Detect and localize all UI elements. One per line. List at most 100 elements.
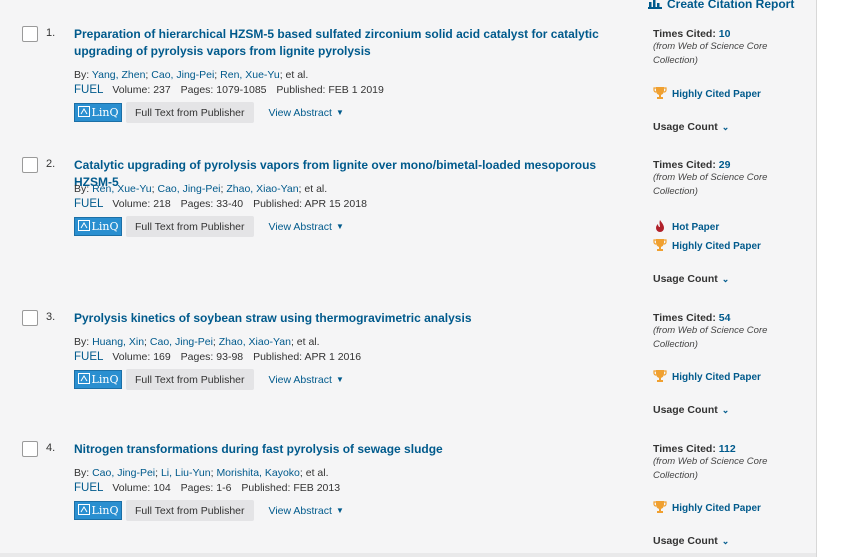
view-abstract-toggle[interactable]: View Abstract ▼ xyxy=(269,221,344,233)
linq-icon xyxy=(77,503,90,518)
chevron-down-icon: ⌄ xyxy=(721,273,730,284)
record-authors: By: Ren, Xue-Yu; Cao, Jing-Pei; Zhao, Xi… xyxy=(74,183,328,195)
record-source: FUEL Volume: 104 Pages: 1-6 Published: F… xyxy=(74,482,341,494)
record-number: 2. xyxy=(46,158,56,170)
journal-link[interactable]: FUEL xyxy=(74,198,103,210)
author-link[interactable]: Ren, Xue-Yu xyxy=(220,69,280,81)
journal-link[interactable]: FUEL xyxy=(74,84,103,96)
pages-value: 1-6 xyxy=(216,482,232,494)
caret-down-icon: ▼ xyxy=(335,222,344,231)
pages-value: 33-40 xyxy=(216,198,244,210)
record-authors: By: Yang, Zhen; Cao, Jing-Pei; Ren, Xue-… xyxy=(74,69,309,81)
wos-note: (from Web of Science Core Collection) xyxy=(653,41,768,66)
record-authors: By: Cao, Jing-Pei; Li, Liu-Yun; Morishit… xyxy=(74,467,329,479)
pages-value: 1079-1085 xyxy=(216,84,267,96)
linq-icon xyxy=(77,372,90,387)
journal-link[interactable]: FUEL xyxy=(74,351,103,363)
author-link[interactable]: Zhao, Xiao-Yan xyxy=(226,183,298,195)
volume-value: 104 xyxy=(153,482,171,494)
view-abstract-toggle[interactable]: View Abstract ▼ xyxy=(269,374,344,386)
full-text-button[interactable]: Full Text from Publisher xyxy=(126,102,254,123)
wos-note: (from Web of Science Core Collection) xyxy=(653,325,768,350)
trophy-icon xyxy=(653,86,667,103)
linq-button[interactable]: LinQ xyxy=(74,370,122,389)
journal-link[interactable]: FUEL xyxy=(74,482,103,494)
view-abstract-toggle[interactable]: View Abstract ▼ xyxy=(269,107,344,119)
highly-cited-badge[interactable]: Highly Cited Paper xyxy=(653,500,761,517)
published-value: FEB 2013 xyxy=(293,482,341,494)
record-actions: LinQ Full Text from Publisher View Abstr… xyxy=(74,369,344,390)
times-cited-block: Times Cited: 10 (from Web of Science Cor… xyxy=(653,28,813,68)
author-link[interactable]: Yang, Zhen xyxy=(92,69,146,81)
record-title[interactable]: Preparation of hierarchical HZSM-5 based… xyxy=(74,26,630,60)
record-checkbox[interactable] xyxy=(22,441,38,457)
highly-cited-badge[interactable]: Highly Cited Paper xyxy=(653,369,761,386)
volume-value: 218 xyxy=(153,198,171,210)
linq-button[interactable]: LinQ xyxy=(74,217,122,236)
wos-note: (from Web of Science Core Collection) xyxy=(653,456,768,481)
usage-count-toggle[interactable]: Usage Count ⌄ xyxy=(653,404,729,416)
author-link[interactable]: Cao, Jing-Pei xyxy=(157,183,220,195)
times-cited-block: Times Cited: 54 (from Web of Science Cor… xyxy=(653,312,813,352)
caret-down-icon: ▼ xyxy=(335,108,344,117)
create-citation-report-link[interactable]: Create Citation Report xyxy=(648,0,794,13)
author-link[interactable]: Morishita, Kayoko xyxy=(216,467,299,479)
times-cited-count[interactable]: 54 xyxy=(719,312,731,324)
times-cited-count[interactable]: 29 xyxy=(719,159,731,171)
record-authors: By: Huang, Xin; Cao, Jing-Pei; Zhao, Xia… xyxy=(74,336,320,348)
published-value: FEB 1 2019 xyxy=(328,84,384,96)
author-link[interactable]: Zhao, Xiao-Yan xyxy=(219,336,291,348)
trophy-icon xyxy=(653,500,667,517)
author-link[interactable]: Ren, Xue-Yu xyxy=(92,183,152,195)
chevron-down-icon: ⌄ xyxy=(721,404,730,415)
create-citation-report-label: Create Citation Report xyxy=(667,0,795,11)
usage-count-toggle[interactable]: Usage Count ⌄ xyxy=(653,273,729,285)
times-cited-count[interactable]: 112 xyxy=(719,443,736,455)
chevron-down-icon: ⌄ xyxy=(721,535,730,546)
author-link[interactable]: Cao, Jing-Pei xyxy=(151,69,214,81)
usage-count-toggle[interactable]: Usage Count ⌄ xyxy=(653,535,729,547)
author-link[interactable]: Cao, Jing-Pei xyxy=(150,336,213,348)
full-text-button[interactable]: Full Text from Publisher xyxy=(126,216,254,237)
volume-value: 169 xyxy=(153,351,171,363)
record-number: 3. xyxy=(46,311,56,323)
flame-icon xyxy=(653,219,667,236)
record-actions: LinQ Full Text from Publisher View Abstr… xyxy=(74,216,344,237)
pages-value: 93-98 xyxy=(216,351,244,363)
caret-down-icon: ▼ xyxy=(335,375,344,384)
trophy-icon xyxy=(653,369,667,386)
highly-cited-badge[interactable]: Highly Cited Paper xyxy=(653,238,761,255)
record-number: 1. xyxy=(46,27,56,39)
full-text-button[interactable]: Full Text from Publisher xyxy=(126,369,254,390)
record-number: 4. xyxy=(46,442,56,454)
record-checkbox[interactable] xyxy=(22,26,38,42)
record-source: FUEL Volume: 237 Pages: 1079-1085 Publis… xyxy=(74,84,384,96)
record-source: FUEL Volume: 169 Pages: 93-98 Published:… xyxy=(74,351,362,363)
linq-button[interactable]: LinQ xyxy=(74,501,122,520)
linq-button[interactable]: LinQ xyxy=(74,103,122,122)
published-value: APR 1 2016 xyxy=(304,351,362,363)
times-cited-count[interactable]: 10 xyxy=(719,28,731,40)
record-checkbox[interactable] xyxy=(22,310,38,326)
full-text-button[interactable]: Full Text from Publisher xyxy=(126,500,254,521)
usage-count-toggle[interactable]: Usage Count ⌄ xyxy=(653,121,729,133)
bar-chart-icon xyxy=(648,0,662,12)
author-link[interactable]: Huang, Xin xyxy=(92,336,144,348)
record-source: FUEL Volume: 218 Pages: 33-40 Published:… xyxy=(74,198,367,210)
record-actions: LinQ Full Text from Publisher View Abstr… xyxy=(74,102,344,123)
record-checkbox[interactable] xyxy=(22,157,38,173)
record-title[interactable]: Nitrogen transformations during fast pyr… xyxy=(74,441,630,458)
view-abstract-toggle[interactable]: View Abstract ▼ xyxy=(269,505,344,517)
hot-paper-badge[interactable]: Hot Paper xyxy=(653,219,719,236)
times-cited-block: Times Cited: 29 (from Web of Science Cor… xyxy=(653,159,813,199)
record-title[interactable]: Pyrolysis kinetics of soybean straw usin… xyxy=(74,310,630,327)
right-panel xyxy=(816,0,856,557)
bottom-divider xyxy=(0,553,816,557)
author-link[interactable]: Cao, Jing-Pei xyxy=(92,467,155,479)
linq-icon xyxy=(77,219,90,234)
record-actions: LinQ Full Text from Publisher View Abstr… xyxy=(74,500,344,521)
trophy-icon xyxy=(653,238,667,255)
highly-cited-badge[interactable]: Highly Cited Paper xyxy=(653,86,761,103)
author-link[interactable]: Li, Liu-Yun xyxy=(161,467,211,479)
published-value: APR 15 2018 xyxy=(304,198,367,210)
